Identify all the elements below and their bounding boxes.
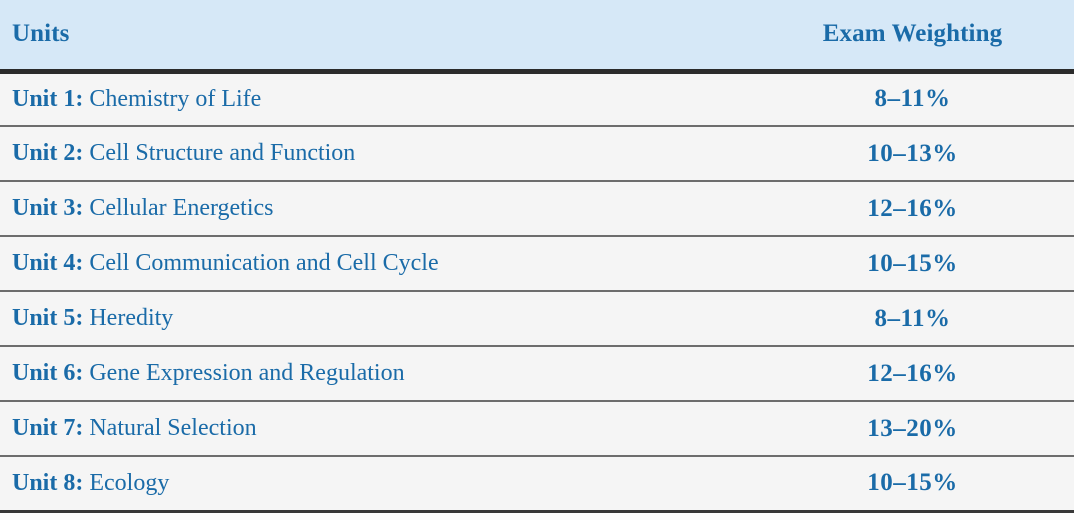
unit-title-label: Chemistry of Life (89, 86, 262, 113)
unit-title-label: Heredity (89, 305, 174, 332)
cell-unit: Unit 1: Chemistry of Life (0, 71, 751, 127)
cell-unit: Unit 8: Ecology (0, 456, 751, 513)
cell-exam-weighting: 10–13% (751, 126, 1074, 182)
table-header: Units Exam Weighting (0, 0, 1074, 74)
cell-unit: Unit 5: Heredity (0, 291, 751, 347)
cell-unit: Unit 2: Cell Structure and Function (0, 126, 751, 182)
unit-number-label: Unit 8: (12, 470, 84, 497)
unit-title-label: Ecology (89, 470, 170, 497)
unit-title-label: Cell Structure and Function (89, 140, 356, 167)
cell-exam-weighting: 10–15% (751, 456, 1074, 513)
table-body: Unit 1: Chemistry of Life 8–11% Unit 2: … (0, 71, 1074, 513)
unit-title-label: Cellular Energetics (89, 195, 274, 222)
cell-exam-weighting: 13–20% (751, 401, 1074, 457)
exam-weighting-table: Units Exam Weighting Unit 1: Chemistry o… (0, 0, 1074, 513)
unit-title-label: Natural Selection (89, 415, 257, 442)
table-row: Unit 6: Gene Expression and Regulation 1… (0, 346, 1074, 402)
table-row: Unit 2: Cell Structure and Function 10–1… (0, 126, 1074, 182)
cell-unit: Unit 3: Cellular Energetics (0, 181, 751, 237)
cell-unit: Unit 4: Cell Communication and Cell Cycl… (0, 236, 751, 292)
table-row: Unit 3: Cellular Energetics 12–16% (0, 181, 1074, 237)
column-header-units: Units (0, 0, 751, 74)
unit-number-label: Unit 2: (12, 140, 84, 167)
cell-exam-weighting: 8–11% (751, 71, 1074, 127)
unit-number-label: Unit 1: (12, 86, 84, 113)
cell-exam-weighting: 12–16% (751, 181, 1074, 237)
table-row: Unit 8: Ecology 10–15% (0, 456, 1074, 513)
table-header-row: Units Exam Weighting (0, 0, 1074, 74)
column-header-exam-weighting: Exam Weighting (751, 0, 1074, 74)
unit-number-label: Unit 3: (12, 195, 84, 222)
unit-number-label: Unit 4: (12, 250, 84, 277)
table-row: Unit 4: Cell Communication and Cell Cycl… (0, 236, 1074, 292)
cell-unit: Unit 6: Gene Expression and Regulation (0, 346, 751, 402)
table-row: Unit 5: Heredity 8–11% (0, 291, 1074, 347)
unit-number-label: Unit 5: (12, 305, 84, 332)
unit-title-label: Gene Expression and Regulation (89, 360, 405, 387)
cell-exam-weighting: 8–11% (751, 291, 1074, 347)
table-row: Unit 1: Chemistry of Life 8–11% (0, 71, 1074, 127)
unit-number-label: Unit 6: (12, 360, 84, 387)
cell-exam-weighting: 12–16% (751, 346, 1074, 402)
unit-title-label: Cell Communication and Cell Cycle (89, 250, 439, 277)
cell-exam-weighting: 10–15% (751, 236, 1074, 292)
cell-unit: Unit 7: Natural Selection (0, 401, 751, 457)
unit-number-label: Unit 7: (12, 415, 84, 442)
table-row: Unit 7: Natural Selection 13–20% (0, 401, 1074, 457)
